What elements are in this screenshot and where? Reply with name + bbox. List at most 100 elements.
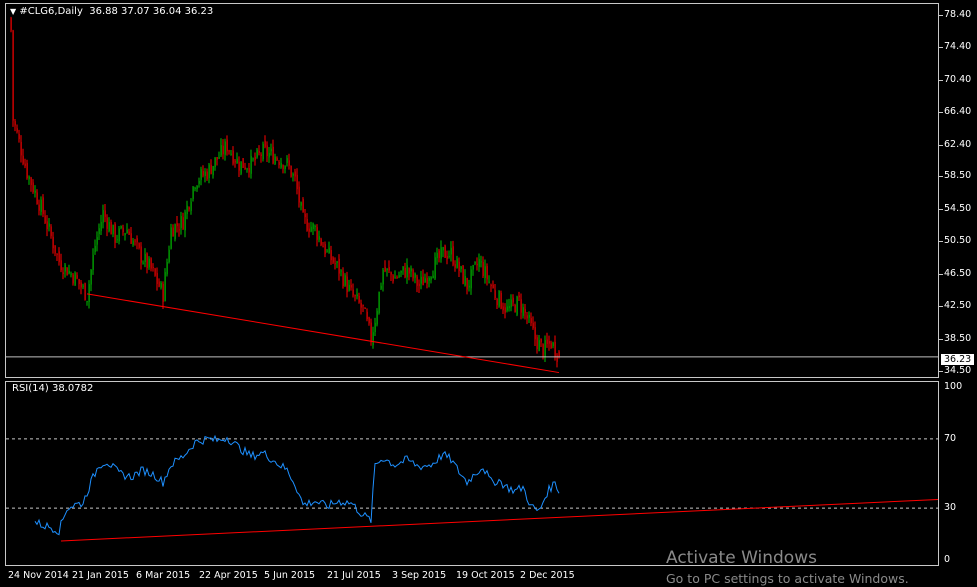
candle-body <box>436 252 438 259</box>
candle-body <box>82 285 84 287</box>
candle-body <box>300 202 302 206</box>
candle-body <box>270 148 272 152</box>
candle-body <box>252 158 254 160</box>
candle-body <box>116 239 118 241</box>
price-axis-label: 78.40 <box>944 8 972 20</box>
price-axis-tick <box>939 338 943 340</box>
candle-body <box>290 165 292 177</box>
candle-body <box>452 246 454 265</box>
candle-body <box>512 297 514 303</box>
candle-body <box>396 277 398 279</box>
candle-body <box>402 266 404 271</box>
candle-body <box>10 17 12 31</box>
candle-body <box>68 270 70 274</box>
candle-body <box>12 30 14 121</box>
price-axis-tick <box>939 208 943 210</box>
candle-body <box>126 229 128 234</box>
candle-body <box>292 173 294 176</box>
candle-body <box>316 227 318 240</box>
candle-body <box>164 272 166 302</box>
candle-body <box>178 229 180 231</box>
candle-body <box>100 221 102 231</box>
candle-body <box>198 180 200 184</box>
candle-body <box>228 150 230 152</box>
candle-body <box>344 275 346 286</box>
candle-body <box>324 244 326 255</box>
candle-body <box>266 145 268 157</box>
candle-body <box>558 351 560 357</box>
candle-body <box>320 238 322 245</box>
current-price-marker: 36.23 <box>941 354 975 365</box>
rsi-trendline <box>60 498 939 542</box>
candle-body <box>414 273 416 278</box>
candle-body <box>474 262 476 264</box>
candle-body <box>314 225 316 227</box>
candle-body <box>84 283 86 301</box>
candle-body <box>554 341 556 358</box>
candle-body <box>442 247 444 251</box>
price-axis-tick <box>939 112 943 114</box>
price-axis-label: 34.50 <box>944 364 972 376</box>
candle-body <box>64 264 66 272</box>
candle-body <box>72 274 74 284</box>
candle-body <box>136 238 138 243</box>
rsi-axis-label: 30 <box>944 502 957 514</box>
price-axis-label: 58.50 <box>944 170 972 182</box>
candle-body <box>54 245 56 254</box>
candle-body <box>142 262 144 264</box>
candle-body <box>482 262 484 277</box>
candle-body <box>514 305 516 313</box>
candle-body <box>166 262 168 275</box>
candle-body <box>322 246 324 248</box>
candle-body <box>368 317 370 324</box>
candle-body <box>420 276 422 284</box>
price-axis-tick <box>939 47 943 49</box>
candle-body <box>306 219 308 231</box>
candle-body <box>372 332 374 346</box>
candle-body <box>114 223 116 243</box>
candle-body <box>62 272 64 274</box>
candle-body <box>30 177 32 186</box>
candle-body <box>44 215 46 224</box>
candle-body <box>384 266 386 272</box>
time-axis-label: 24 Nov 2014 <box>8 570 69 581</box>
candle-body <box>534 327 536 340</box>
candle-body <box>546 339 548 344</box>
candle-body <box>478 259 480 267</box>
candle-body <box>16 128 18 132</box>
candle-body <box>492 284 494 289</box>
candle-body <box>448 256 450 258</box>
candle-body <box>180 216 182 228</box>
rsi-axis-label: 0 <box>944 554 951 565</box>
candle-body <box>510 299 512 308</box>
candle-body <box>544 339 546 357</box>
rsi-line <box>34 434 560 536</box>
candle-body <box>200 169 202 180</box>
triangle-down-icon[interactable]: ▼ <box>10 7 16 16</box>
candle-body <box>86 301 88 303</box>
price-axis-tick <box>939 241 943 243</box>
candle-body <box>432 275 434 279</box>
candle-body <box>140 246 142 263</box>
candle-body <box>262 143 264 160</box>
candle-body <box>60 260 62 271</box>
candle-body <box>284 165 286 170</box>
candle-body <box>32 182 34 193</box>
candle-body <box>176 223 178 227</box>
candle-body <box>106 217 108 229</box>
candle-body <box>438 250 440 259</box>
candle-body <box>464 276 466 286</box>
candle-body <box>222 145 224 155</box>
candle-body <box>46 221 48 230</box>
candle-body <box>360 303 362 308</box>
candle-body <box>148 258 150 268</box>
candle-body <box>422 276 424 286</box>
candle-body <box>352 289 354 296</box>
price-axis-label: 42.50 <box>944 300 972 312</box>
candle-body <box>466 277 468 290</box>
candle-body <box>248 168 250 173</box>
chart-header: ▼ #CLG6,Daily 36.88 37.07 36.04 36.23 <box>10 6 213 17</box>
candle-body <box>108 222 110 232</box>
candle-body <box>94 245 96 252</box>
candle-body <box>168 249 170 262</box>
